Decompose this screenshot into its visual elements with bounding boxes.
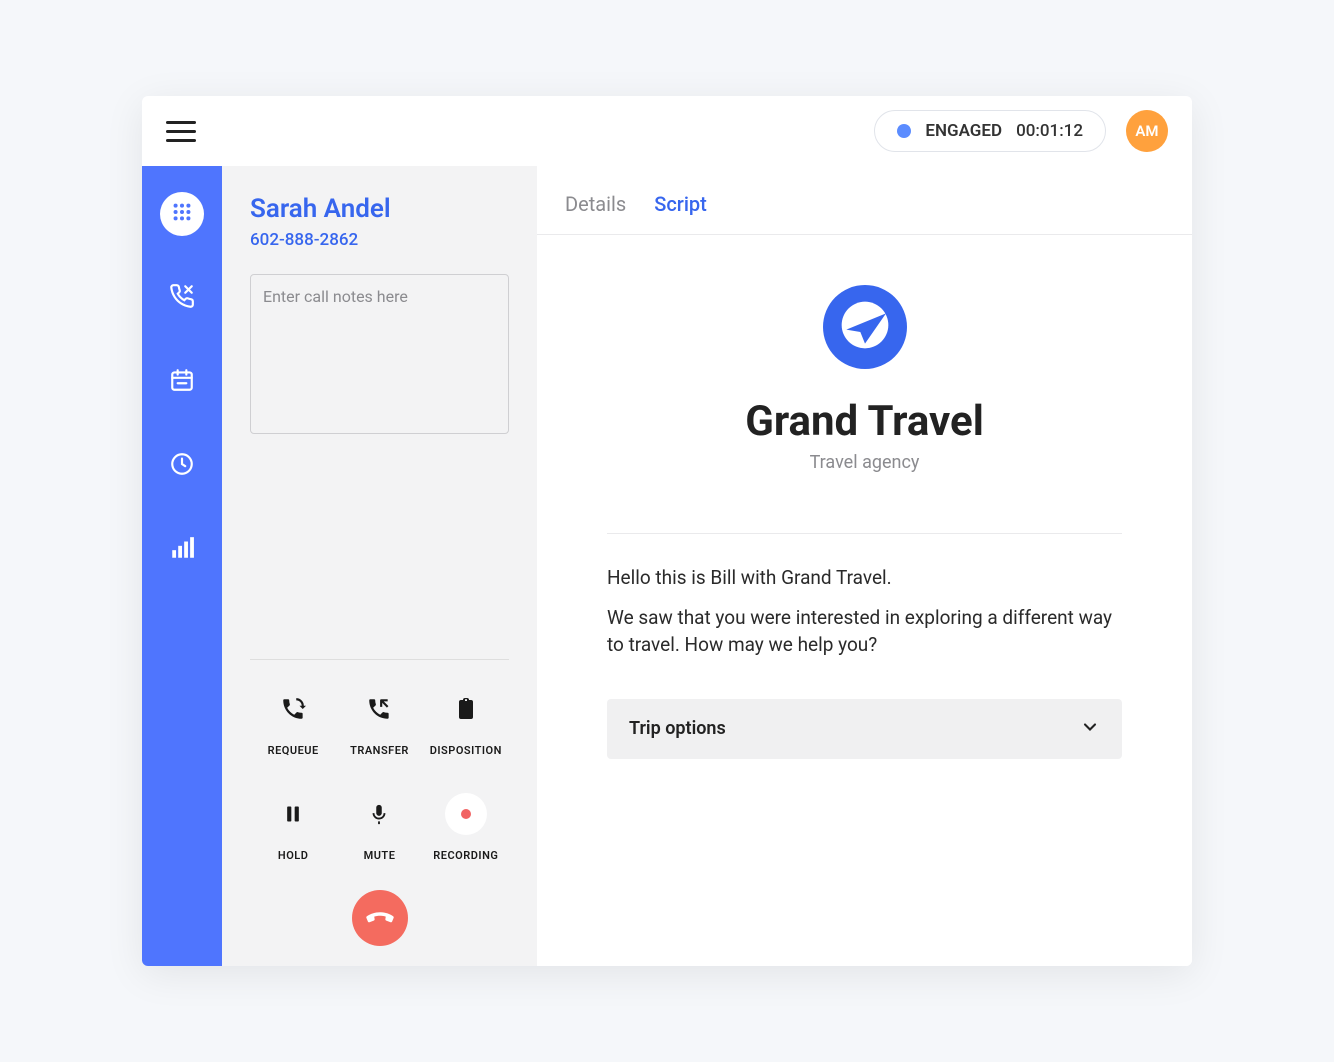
main: Sarah Andel 602-888-2862 REQUEUE [142,166,1192,966]
recording-label: RECORDING [433,849,498,862]
sidebar-item-calendar[interactable] [160,360,204,404]
requeue-label: REQUEUE [268,744,319,757]
sidebar-item-dialpad[interactable] [160,192,204,236]
hangup-button[interactable] [352,890,408,946]
avatar[interactable]: AM [1126,110,1168,152]
calendar-icon [169,367,195,397]
transfer-label: TRANSFER [350,744,409,757]
pause-icon [272,793,314,835]
stats-icon [169,535,195,565]
caller-phone: 602-888-2862 [250,230,509,250]
tab-details[interactable]: Details [565,192,626,216]
call-controls: REQUEUE TRANSFER DISPOSITION [250,659,509,946]
sidebar-item-history[interactable] [160,444,204,488]
call-panel: Sarah Andel 602-888-2862 REQUEUE [222,166,537,966]
mute-button[interactable]: MUTE [336,793,422,862]
plane-icon [837,297,893,357]
org-logo [823,285,907,369]
status-dot-icon [897,124,911,138]
app-window: ENGAGED 00:01:12 AM [142,96,1192,966]
sidebar [142,166,222,966]
clock-icon [169,451,195,481]
dialpad-icon [171,201,193,227]
record-icon [445,793,487,835]
requeue-icon [272,688,314,730]
disposition-label: DISPOSITION [430,744,502,757]
sidebar-item-calls[interactable] [160,276,204,320]
mic-icon [358,793,400,835]
script-text: Hello this is Bill with Grand Travel. We… [607,564,1122,659]
content-panel: Details Script Grand Travel Travel agenc… [537,166,1192,966]
caller-name: Sarah Andel [250,194,509,224]
script-line-2: We saw that you were interested in explo… [607,604,1122,659]
tabs: Details Script [537,166,1192,235]
org-subtitle: Travel agency [607,452,1122,473]
script-line-1: Hello this is Bill with Grand Travel. [607,564,1122,592]
divider [607,533,1122,534]
status-timer: 00:01:12 [1016,121,1083,141]
phone-hangup-icon [365,901,395,935]
clipboard-icon [445,688,487,730]
sidebar-item-stats[interactable] [160,528,204,572]
hold-button[interactable]: HOLD [250,793,336,862]
chevron-down-icon [1080,717,1100,741]
hold-label: HOLD [278,849,308,862]
menu-button[interactable] [166,121,196,142]
transfer-icon [358,688,400,730]
accordion-title: Trip options [629,718,726,739]
avatar-initials: AM [1135,122,1158,140]
call-notes-input[interactable] [250,274,509,434]
script-body: Grand Travel Travel agency Hello this is… [537,235,1192,789]
topbar: ENGAGED 00:01:12 AM [142,96,1192,166]
mute-label: MUTE [364,849,396,862]
disposition-button[interactable]: DISPOSITION [423,688,509,757]
org-title: Grand Travel [607,397,1122,446]
call-out-icon [169,283,195,313]
recording-button[interactable]: RECORDING [423,793,509,862]
status-label: ENGAGED [925,121,1002,141]
topbar-right: ENGAGED 00:01:12 AM [874,110,1168,152]
status-pill[interactable]: ENGAGED 00:01:12 [874,110,1106,152]
trip-options-accordion[interactable]: Trip options [607,699,1122,759]
transfer-button[interactable]: TRANSFER [336,688,422,757]
tab-script[interactable]: Script [654,192,707,216]
requeue-button[interactable]: REQUEUE [250,688,336,757]
